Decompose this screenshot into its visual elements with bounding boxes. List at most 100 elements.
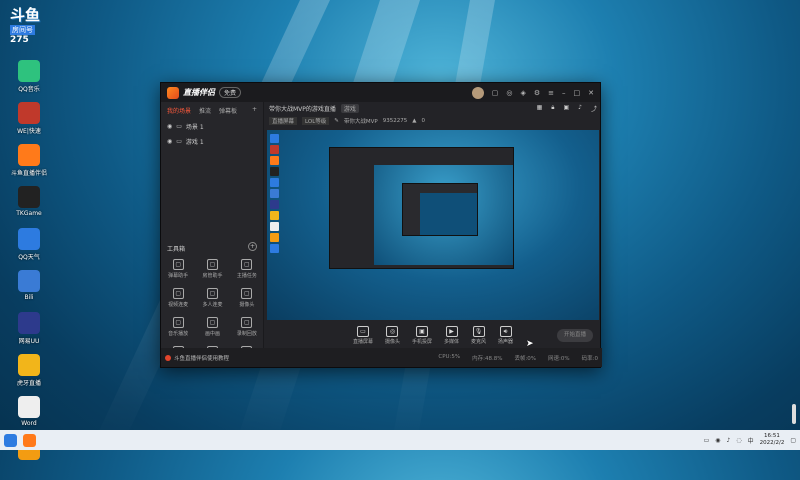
notice-text: 斗鱼直播伴侣使用教程	[174, 355, 230, 362]
input-method-icon[interactable]: 中	[748, 436, 754, 445]
category-tag[interactable]: 游戏	[340, 104, 359, 113]
tool-item[interactable]: ▢ 房管助手	[195, 259, 229, 279]
tool-item[interactable]: ▢ 主播任务	[230, 259, 264, 279]
tool-item[interactable]: ▢ 录制回放	[230, 317, 264, 337]
avatar[interactable]	[471, 86, 484, 99]
desktop-icon[interactable]: Bili	[6, 270, 52, 311]
message-icon[interactable]: ▢	[492, 89, 499, 97]
control-5[interactable]: 🔊︎ 扬声器	[498, 325, 514, 345]
control-0[interactable]: ▭ 直播屏幕	[352, 325, 373, 345]
desktop-brand: 斗鱼 房间号 275	[10, 6, 41, 45]
scene-item[interactable]: ◉ ▭ 游戏 1	[161, 134, 263, 149]
version-pill[interactable]: 免费	[219, 87, 242, 98]
stats: CPU:5% 内存:48.8% 丢帧:0% 网速:0% 码率:0	[438, 354, 598, 362]
layout-icon[interactable]: ▦	[537, 104, 543, 113]
mouse-cursor-icon: ➤	[526, 339, 534, 349]
tool-item[interactable]: ▢ 音乐播放	[161, 317, 195, 337]
wifi-icon[interactable]: ◌	[736, 437, 741, 444]
control-icon: ◎	[386, 325, 399, 337]
start-icon[interactable]	[4, 433, 17, 447]
control-icon: 🎙︎	[472, 325, 485, 337]
tool-item[interactable]: ▢ 视频连麦	[161, 288, 195, 308]
control-label: 直播屏幕	[352, 338, 373, 345]
skin-icon[interactable]: ◈	[520, 89, 525, 97]
maximize-icon[interactable]: □	[574, 89, 581, 97]
tool-label: 主播任务	[236, 273, 257, 279]
taskbar: ▭ ◉ ♪ ◌ 中 16:51 2022/2/2 ▢	[0, 430, 800, 450]
tool-label: 视频连麦	[168, 302, 189, 308]
add-scene-icon[interactable]: +	[252, 106, 257, 115]
stat-item: CPU:5%	[438, 353, 461, 360]
we-icon	[18, 102, 40, 124]
control-4[interactable]: 🎙︎ 麦克风	[471, 325, 486, 345]
control-1[interactable]: ◎ 摄像头	[384, 325, 400, 345]
record-icon[interactable]: ▣	[563, 104, 569, 113]
lock-icon[interactable]: 🔒︎	[551, 104, 554, 113]
desktop-icon-label: QQ音乐	[18, 86, 40, 93]
tab-scenes[interactable]: 我的场景	[167, 106, 191, 115]
stat-item: 网速:0%	[548, 355, 570, 362]
game-icon: ▭	[176, 138, 182, 145]
control-bar: ▭ 直播屏幕 ◎ 摄像头 ▣ 手机投屏 ▶ 多媒体 🎙︎ 麦克风 🔊︎ 扬声器	[265, 320, 601, 350]
eye-icon[interactable]: ◉	[167, 123, 172, 130]
tool-icon: ▢	[206, 259, 218, 270]
desktop-icon[interactable]: TKGame	[6, 186, 52, 227]
network-icon[interactable]: ◉	[715, 437, 720, 444]
notification-icon[interactable]: ▢	[790, 437, 796, 444]
weather-icon	[18, 228, 40, 250]
like-icon: ▲	[412, 118, 417, 124]
bili-icon	[18, 270, 40, 292]
add-tool-icon[interactable]: +	[248, 242, 257, 251]
eye-icon[interactable]: ◉	[167, 138, 172, 145]
tool-icon: ▢	[241, 288, 253, 299]
scene-item[interactable]: ◉ ▭ 场景 1	[161, 119, 263, 134]
sub-item[interactable]: 直播屏幕	[269, 117, 298, 125]
minimize-icon[interactable]: –	[562, 89, 566, 97]
control-label: 手机投屏	[411, 338, 432, 345]
sub-item: 带你大战MVP	[343, 119, 378, 125]
bell-icon[interactable]: ♪	[578, 104, 582, 113]
control-2[interactable]: ▣ 手机投屏	[411, 325, 432, 345]
douyu-taskbar-icon[interactable]	[23, 433, 36, 447]
edit-icon[interactable]: ✎	[334, 118, 339, 124]
tool-item[interactable]: ▢ 弹幕助手	[161, 259, 195, 279]
tab-stream[interactable]: 推流	[199, 106, 211, 115]
battery-icon[interactable]: ▭	[704, 437, 710, 444]
start-stream-button[interactable]: 开始直播	[557, 329, 593, 342]
app-name: 直播伴侣	[183, 88, 215, 97]
tool-item[interactable]: ▢ 摄像头	[230, 288, 264, 308]
desktop-icon[interactable]: WE|快速	[6, 102, 52, 143]
desktop-icon[interactable]: QQ天气	[6, 228, 52, 269]
share-icon[interactable]: ⤴	[591, 104, 597, 113]
preview-desktop-icons	[268, 132, 281, 255]
music-icon	[18, 60, 40, 82]
close-icon[interactable]: ✕	[588, 89, 594, 97]
like-count: 0	[421, 118, 425, 124]
control-label: 摄像头	[384, 338, 400, 345]
speaker-icon[interactable]: ♪	[727, 437, 731, 444]
clock[interactable]: 16:51 2022/2/2	[760, 433, 785, 447]
scrollbar[interactable]	[792, 404, 796, 424]
tab-danmu[interactable]: 弹幕板	[219, 106, 237, 115]
desktop-icon[interactable]: QQ音乐	[6, 60, 52, 101]
notice[interactable]: 斗鱼直播伴侣使用教程	[165, 354, 229, 362]
stream-preview[interactable]	[267, 130, 599, 320]
settings-icon[interactable]: ⚙	[534, 89, 540, 97]
stream-title[interactable]: 带你大战MVP的游戏直播	[269, 104, 336, 113]
douyu-icon	[18, 144, 40, 166]
control-label: 扬声器	[498, 338, 514, 345]
sub-item[interactable]: LOL等级	[302, 117, 330, 125]
desktop-icon-label: 斗鱼直播伴侣	[10, 170, 47, 177]
tool-item[interactable]: ▢ 画中画	[195, 317, 229, 337]
menu-icon[interactable]: ≡	[548, 89, 554, 97]
gift-icon[interactable]: ◎	[506, 89, 512, 97]
desktop-icon[interactable]: 斗鱼直播伴侣	[6, 144, 52, 185]
desktop-icon[interactable]: 网易UU	[6, 312, 52, 353]
tool-label: 房管助手	[202, 273, 223, 279]
tool-item[interactable]: ▢ 多人连麦	[195, 288, 229, 308]
desktop-icon[interactable]: 虎牙直播	[6, 354, 52, 395]
tool-icon: ▢	[172, 259, 184, 270]
control-3[interactable]: ▶ 多媒体	[444, 325, 459, 345]
clock-time: 16:51	[764, 433, 780, 439]
huya-icon	[18, 354, 40, 376]
